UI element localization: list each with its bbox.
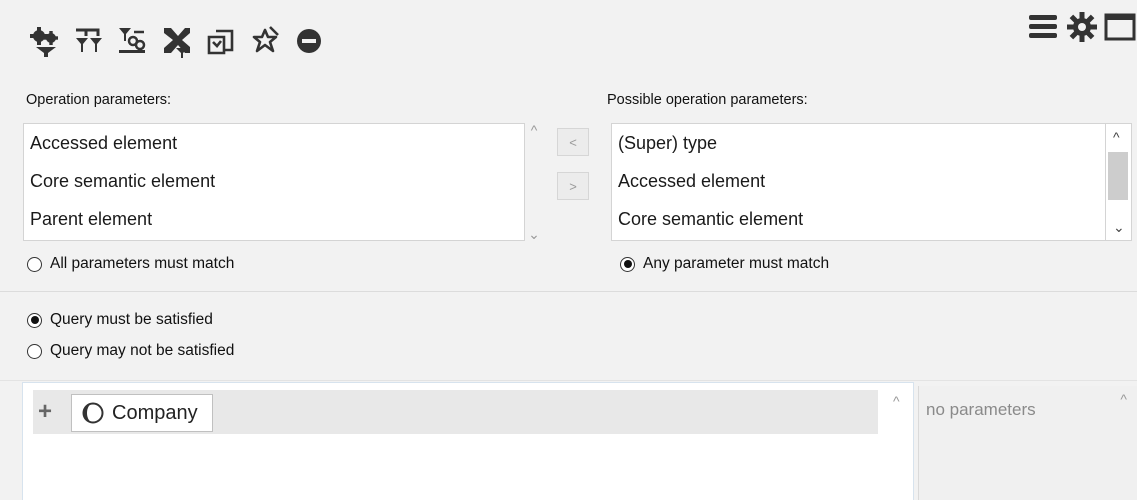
filter-branch-icon[interactable] <box>70 22 108 60</box>
list-item[interactable]: Parent element <box>24 200 524 238</box>
move-left-button[interactable]: < <box>557 128 589 156</box>
view-controls <box>1027 10 1137 44</box>
possible-parameters-scrollbar[interactable]: ^ ⌄ <box>1106 123 1132 241</box>
any-parameter-radio[interactable] <box>620 256 635 272</box>
tools-filter-icon[interactable] <box>158 22 196 60</box>
settings-icon[interactable] <box>1065 10 1099 44</box>
scroll-up-icon[interactable]: ^ <box>531 123 538 137</box>
divider <box>0 291 1137 292</box>
list-item[interactable]: Core semantic element <box>24 162 524 200</box>
move-right-button[interactable]: > <box>557 172 589 200</box>
query-satisfied-radio[interactable] <box>27 312 42 328</box>
all-parameters-label: All parameters must match <box>50 255 235 272</box>
query-not-satisfied-radio[interactable] <box>27 343 42 359</box>
toolbar <box>26 20 328 62</box>
no-parameters-text: no parameters <box>926 400 1036 419</box>
window-icon[interactable] <box>1103 10 1137 44</box>
list-item[interactable]: Accessed element <box>24 124 524 162</box>
scroll-down-icon[interactable]: ⌄ <box>528 227 540 241</box>
query-not-satisfied-label: Query may not be satisfied <box>50 342 235 359</box>
list-item[interactable]: (Super) type <box>612 124 1105 162</box>
menu-icon[interactable] <box>1027 10 1061 44</box>
query-not-satisfied-option[interactable]: Query may not be satisfied <box>27 342 234 360</box>
class-icon <box>82 402 104 424</box>
add-node-icon[interactable]: + <box>38 398 52 426</box>
operation-parameters-label: Operation parameters: <box>26 92 172 108</box>
list-item[interactable]: Core semantic element <box>612 200 1105 238</box>
company-node-label: Company <box>112 401 198 424</box>
scroll-up-icon[interactable]: ^ <box>1113 130 1120 144</box>
all-parameters-radio[interactable] <box>27 256 42 272</box>
list-item[interactable]: Accessed element <box>612 162 1105 200</box>
parameters-panel: no parameters ^ <box>918 386 1137 500</box>
pin-icon[interactable] <box>246 22 284 60</box>
query-scroll-up-icon[interactable]: ^ <box>893 394 900 408</box>
gears-filter-icon[interactable] <box>26 22 64 60</box>
link-filter-icon[interactable] <box>114 22 152 60</box>
scroll-down-icon[interactable]: ⌄ <box>1113 220 1125 234</box>
operation-parameters-scrollbar[interactable]: ^ ⌄ <box>527 123 541 241</box>
any-parameter-option[interactable]: Any parameter must match <box>620 255 829 273</box>
possible-parameters-label: Possible operation parameters: <box>607 92 808 108</box>
company-node[interactable]: Company <box>71 394 213 432</box>
any-parameter-label: Any parameter must match <box>643 255 830 272</box>
copy-icon[interactable] <box>202 22 240 60</box>
possible-parameters-list[interactable]: (Super) type Accessed element Core seman… <box>611 123 1106 241</box>
scroll-thumb[interactable] <box>1108 152 1128 200</box>
params-scroll-up-icon[interactable]: ^ <box>1120 392 1127 406</box>
query-satisfied-label: Query must be satisfied <box>50 311 213 328</box>
all-parameters-option[interactable]: All parameters must match <box>27 255 234 273</box>
operation-parameters-list[interactable]: Accessed element Core semantic element P… <box>23 123 525 241</box>
remove-icon[interactable] <box>290 22 328 60</box>
divider <box>0 380 1137 381</box>
query-satisfied-option[interactable]: Query must be satisfied <box>27 311 213 329</box>
